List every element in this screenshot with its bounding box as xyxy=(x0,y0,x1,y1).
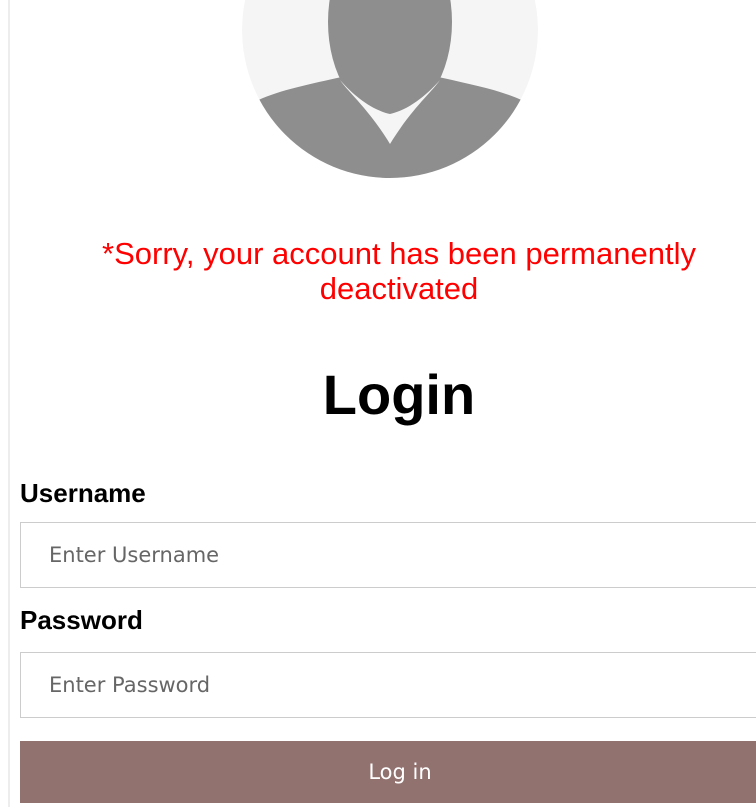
username-input[interactable] xyxy=(20,522,756,588)
avatar xyxy=(242,0,538,178)
page-left-border xyxy=(8,0,10,807)
password-label: Password xyxy=(20,605,143,635)
page-title: Login xyxy=(322,363,476,426)
login-button[interactable]: Log in xyxy=(20,741,756,803)
error-message: *Sorry, your account has been permanentl… xyxy=(102,236,696,306)
username-label: Username xyxy=(20,478,146,508)
password-input[interactable] xyxy=(20,652,756,718)
user-silhouette-icon xyxy=(242,0,538,178)
